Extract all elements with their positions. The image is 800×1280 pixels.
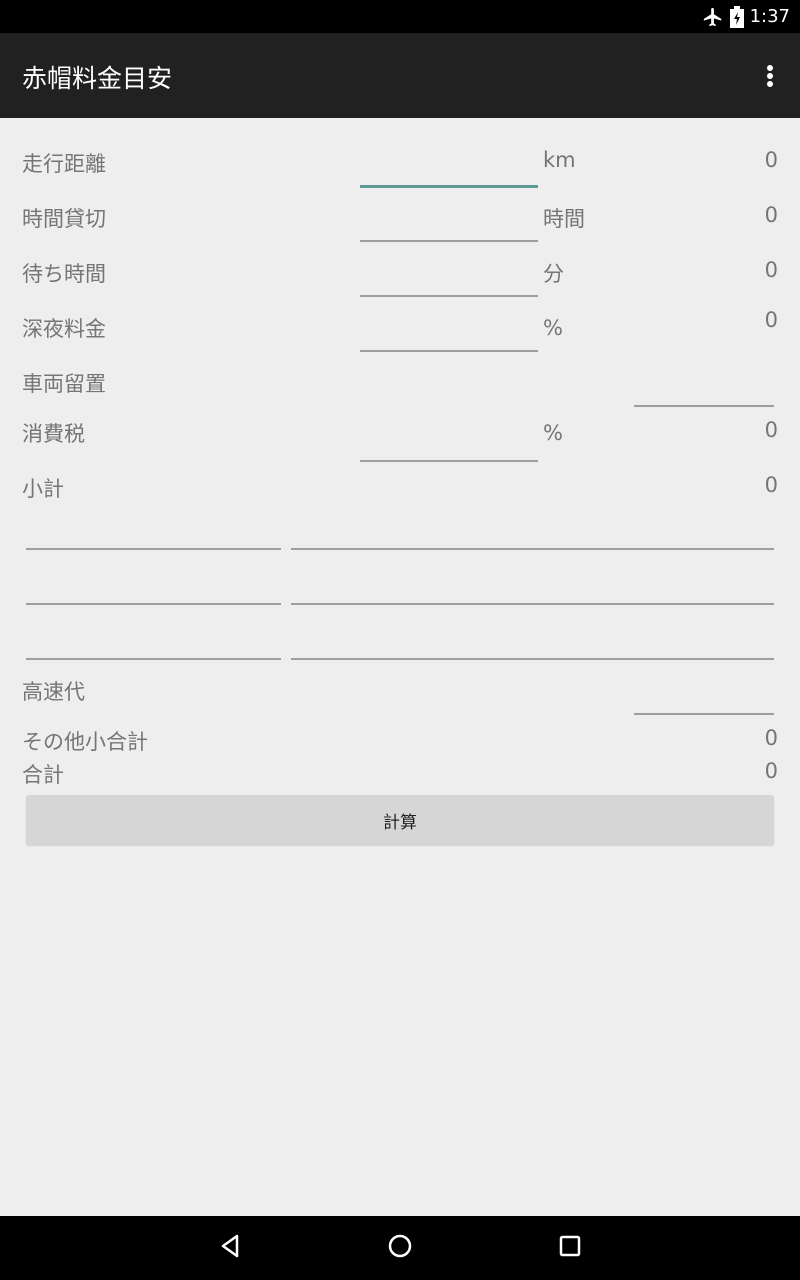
- label-subtotal: 小計: [22, 477, 64, 501]
- hourly-charter-input[interactable]: [360, 206, 538, 242]
- back-icon: [217, 1233, 243, 1263]
- status-time: 1:37: [749, 6, 790, 27]
- app-title: 赤帽料金目安: [22, 64, 173, 93]
- other-item-name-input-2[interactable]: [26, 569, 281, 605]
- value-total: 0: [764, 759, 778, 783]
- unit-consumption-tax: %: [543, 421, 563, 445]
- label-late-night-fee: 深夜料金: [22, 317, 106, 341]
- label-distance: 走行距離: [22, 152, 106, 176]
- label-total: 合計: [22, 763, 64, 787]
- status-icons: 1:37: [702, 0, 790, 33]
- label-vehicle-parking: 車両留置: [22, 372, 106, 396]
- label-highway-toll: 高速代: [22, 680, 85, 704]
- highway-toll-input[interactable]: [634, 679, 774, 715]
- other-item-amount-input-1[interactable]: [291, 514, 774, 550]
- value-consumption-tax: 0: [764, 418, 778, 442]
- other-item-amount-input-3[interactable]: [291, 624, 774, 660]
- value-subtotal: 0: [764, 473, 778, 497]
- recents-icon: [557, 1233, 583, 1263]
- status-bar: 1:37: [0, 0, 800, 33]
- airplane-icon: [702, 6, 724, 28]
- back-button[interactable]: [208, 1228, 252, 1268]
- label-other-subtotal: その他小合計: [22, 730, 148, 754]
- vehicle-parking-input[interactable]: [634, 371, 774, 407]
- distance-input[interactable]: [360, 152, 538, 188]
- value-late-night-fee: 0: [764, 308, 778, 332]
- other-item-amount-input-2[interactable]: [291, 569, 774, 605]
- unit-distance: km: [543, 148, 576, 172]
- overflow-menu-button[interactable]: [758, 63, 782, 89]
- unit-late-night-fee: %: [543, 316, 563, 340]
- app-bar: 赤帽料金目安: [0, 33, 800, 118]
- value-other-subtotal: 0: [764, 726, 778, 750]
- battery-icon: [729, 5, 744, 28]
- navigation-bar: [0, 1216, 800, 1280]
- calculate-button[interactable]: 計算: [26, 795, 774, 845]
- label-consumption-tax: 消費税: [22, 422, 85, 446]
- home-button[interactable]: [378, 1228, 422, 1268]
- unit-hourly-charter: 時間: [543, 207, 585, 231]
- value-distance: 0: [764, 148, 778, 172]
- label-hourly-charter: 時間貸切: [22, 207, 106, 231]
- other-item-name-input-3[interactable]: [26, 624, 281, 660]
- home-icon: [387, 1233, 413, 1263]
- value-wait-time: 0: [764, 258, 778, 282]
- recents-button[interactable]: [548, 1228, 592, 1268]
- value-hourly-charter: 0: [764, 203, 778, 227]
- wait-time-input[interactable]: [360, 261, 538, 297]
- label-wait-time: 待ち時間: [22, 262, 106, 286]
- late-night-fee-input[interactable]: [360, 316, 538, 352]
- consumption-tax-input[interactable]: [360, 426, 538, 462]
- unit-wait-time: 分: [543, 262, 564, 286]
- other-item-name-input-1[interactable]: [26, 514, 281, 550]
